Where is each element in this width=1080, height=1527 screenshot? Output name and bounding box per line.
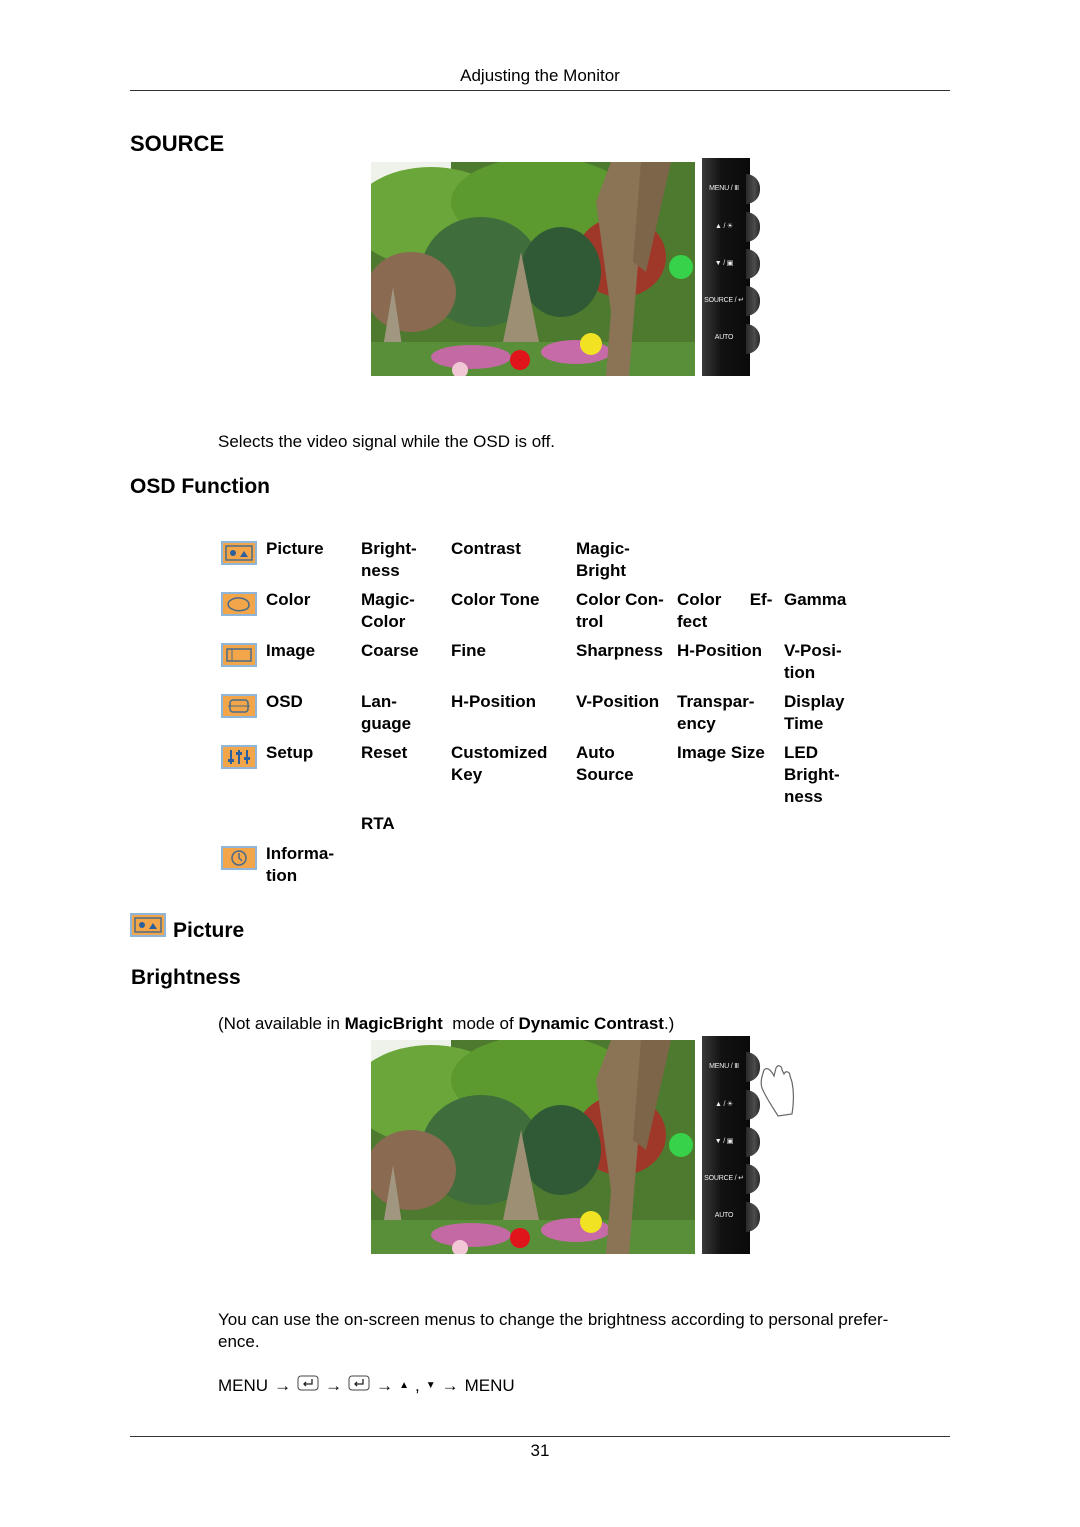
osd-menu-item: Contrast <box>451 539 521 558</box>
magicbright-term: MagicBright <box>344 1014 443 1033</box>
arrow-icon: → <box>274 1376 292 1395</box>
key-sequence: MENU → → → ▲, ▼ → MENU <box>218 1375 515 1397</box>
source-heading: SOURCE <box>130 131 225 156</box>
osd-menu-item: Lan- guage <box>361 692 412 733</box>
control-panel: MENU / Ⅲ ▲ / ☀ ▼ / ▣ SOURCE / ↵ AUTO <box>702 158 760 376</box>
up-brightness-button[interactable]: ▲ / ☀ <box>702 1090 760 1120</box>
down-icon: ▼ / ▣ <box>714 260 734 267</box>
osd-icon <box>221 694 257 718</box>
enter-icon: SOURCE / ↵ <box>704 297 744 304</box>
auto-icon: AUTO <box>714 334 734 341</box>
osd-menu-item: Bright- ness <box>361 539 417 580</box>
hand-pointer-icon <box>758 1062 798 1123</box>
down-icon: ▼ / ▣ <box>714 1138 734 1145</box>
enter-key-icon <box>297 1375 319 1397</box>
osd-menu-item: Magic- Bright <box>576 539 630 580</box>
brightness-icon: ▲ / ☀ <box>714 1101 734 1108</box>
monitor-photo <box>371 162 695 376</box>
arrow-icon: → <box>441 1376 459 1395</box>
osd-menu-item: H-Position <box>451 692 536 711</box>
brightness-note: (Not available in MagicBright mode of Dy… <box>218 1014 675 1033</box>
osd-menu-name: OSD <box>266 692 303 711</box>
osd-menu-name: Picture <box>266 539 324 558</box>
osd-menu-item: Transpar- ency <box>677 692 755 733</box>
osd-menu-name: Color <box>266 590 311 609</box>
sequence-step: MENU <box>464 1376 515 1395</box>
control-panel-2: MENU / Ⅲ ▲ / ☀ ▼ / ▣ SOURCE / ↵ AUTO <box>702 1036 760 1254</box>
picture-heading: Picture <box>173 919 245 942</box>
osd-heading: OSD Function <box>130 475 270 498</box>
osd-menu-item: Customized Key <box>451 743 548 784</box>
down-arrow-icon: ▼ <box>425 1380 436 1391</box>
up-brightness-button[interactable]: ▲ / ☀ <box>702 212 760 242</box>
osd-menu-item: Sharpness <box>576 641 663 660</box>
sequence-step: , <box>414 1376 420 1395</box>
page-number: 31 <box>530 1441 550 1460</box>
osd-menu-item: RTA <box>361 814 395 833</box>
osd-menu-item: Color Ef- fect <box>677 590 773 631</box>
osd-menu-item: Auto Source <box>576 743 634 784</box>
osd-menu-item: Coarse <box>361 641 419 660</box>
osd-menu-item: H-Position <box>677 641 762 660</box>
dynamic-contrast-term: Dynamic Contrast <box>518 1014 664 1033</box>
picture-icon <box>221 541 257 565</box>
menu-icon: MENU / Ⅲ <box>709 185 739 192</box>
osd-menu-item: Gamma <box>784 590 847 609</box>
osd-menu-item: Image Size <box>677 743 765 762</box>
monitor-photo-2 <box>371 1040 695 1254</box>
source-button[interactable]: SOURCE / ↵ <box>702 1164 760 1194</box>
osd-menu-name: Informa- tion <box>266 844 334 885</box>
osd-menu-name: Setup <box>266 743 314 762</box>
osd-menu-name: Image <box>266 641 316 660</box>
osd-menu-item: Display Time <box>784 692 845 733</box>
enter-key-icon <box>348 1375 370 1397</box>
auto-button[interactable]: AUTO <box>702 324 760 354</box>
color-icon <box>221 592 257 616</box>
osd-menu-item: V-Position <box>576 692 660 711</box>
enter-icon: SOURCE / ↵ <box>704 1175 744 1182</box>
osd-menu-item: Color Tone <box>451 590 540 609</box>
osd-menu-item: Magic- Color <box>361 590 415 631</box>
auto-button[interactable]: AUTO <box>702 1202 760 1232</box>
menu-icon: MENU / Ⅲ <box>709 1063 739 1070</box>
information-icon <box>221 846 257 870</box>
footer-rule <box>130 1436 950 1437</box>
source-description: Selects the video signal while the OSD i… <box>218 432 556 451</box>
down-button[interactable]: ▼ / ▣ <box>702 249 760 279</box>
image-icon <box>221 643 257 667</box>
arrow-icon: → <box>325 1376 343 1395</box>
auto-icon: AUTO <box>714 1212 734 1219</box>
picture-icon <box>130 913 166 937</box>
header-rule <box>130 90 950 91</box>
arrow-icon: → <box>376 1376 394 1395</box>
menu-button[interactable]: MENU / Ⅲ <box>702 174 760 204</box>
brightness-icon: ▲ / ☀ <box>714 223 734 230</box>
up-arrow-icon: ▲ <box>399 1380 409 1391</box>
down-button[interactable]: ▼ / ▣ <box>702 1127 760 1157</box>
setup-icon <box>221 745 257 769</box>
osd-menu-item: Fine <box>451 641 486 660</box>
brightness-description: You can use the on-screen menus to chang… <box>218 1310 889 1351</box>
osd-menu-item: LED Bright- ness <box>784 743 840 806</box>
sequence-step: MENU <box>218 1376 269 1395</box>
running-header: Adjusting the Monitor <box>460 66 620 85</box>
menu-button[interactable]: MENU / Ⅲ <box>702 1052 760 1082</box>
osd-menu-item: Color Con- trol <box>576 590 664 631</box>
brightness-heading: Brightness <box>131 966 241 989</box>
osd-menu-item: Reset <box>361 743 408 762</box>
source-button[interactable]: SOURCE / ↵ <box>702 286 760 316</box>
osd-menu-item: V-Posi- tion <box>784 641 842 682</box>
